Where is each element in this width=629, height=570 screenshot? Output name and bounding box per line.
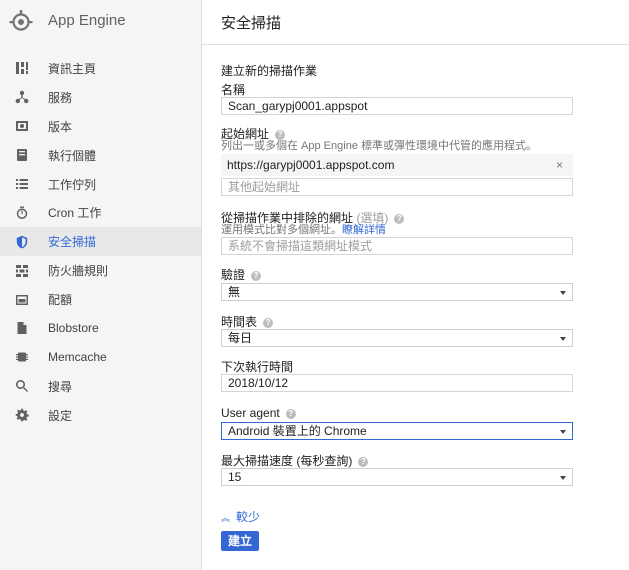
auth-label: 驗證?	[221, 266, 262, 283]
sidebar-item-label: 搜尋	[48, 379, 73, 394]
sidebar: App Engine 資訊主頁 服務 版本 執行個體 工作佇列 Cron 工作	[0, 0, 202, 570]
services-icon	[15, 90, 29, 104]
app-name: App Engine	[48, 12, 126, 29]
start-url-chip: https://garypj0001.appspot.com ×	[221, 154, 573, 176]
sidebar-item-label: Blobstore	[48, 321, 99, 336]
app-engine-logo-icon	[9, 9, 33, 33]
sidebar-item-settings[interactable]: 設定	[0, 401, 201, 430]
page-title: 安全掃描	[221, 15, 282, 32]
dropdown-arrow-icon	[560, 337, 566, 341]
show-less-label: 較少	[236, 510, 261, 524]
dropdown-arrow-icon	[560, 430, 566, 434]
quotas-icon	[15, 293, 29, 307]
excluded-url-hint: 運用模式比對多個網址。瞭解詳情	[221, 221, 386, 237]
dropdown-arrow-icon	[560, 291, 566, 295]
versions-icon	[15, 119, 29, 133]
sidebar-item-memcache[interactable]: Memcache	[0, 343, 201, 372]
instances-icon	[15, 148, 29, 162]
memcache-icon	[15, 350, 29, 364]
sidebar-item-label: 配額	[48, 293, 73, 308]
help-icon[interactable]: ?	[263, 317, 274, 328]
brand: App Engine	[0, 0, 201, 44]
next-run-input[interactable]: 2018/10/12	[221, 374, 573, 392]
search-icon	[15, 379, 29, 393]
gear-icon	[15, 408, 29, 422]
sidebar-item-quotas[interactable]: 配額	[0, 285, 201, 314]
sidebar-item-security-scans[interactable]: 安全掃描	[0, 227, 201, 257]
task-queues-icon	[15, 177, 29, 191]
name-label: 名稱	[221, 83, 246, 97]
sidebar-item-label: 工作佇列	[48, 177, 97, 192]
next-run-label: 下次執行時間	[221, 360, 294, 374]
auth-select[interactable]: 無	[221, 283, 573, 301]
max-rate-select-value: 15	[228, 470, 242, 484]
sidebar-item-versions[interactable]: 版本	[0, 112, 201, 141]
auth-label-text: 驗證	[221, 268, 246, 282]
firewall-icon	[15, 264, 29, 278]
user-agent-select[interactable]: Android 裝置上的 Chrome	[221, 422, 573, 440]
auth-select-value: 無	[228, 285, 241, 299]
help-icon[interactable]: ?	[394, 213, 405, 224]
sidebar-item-dashboard[interactable]: 資訊主頁	[0, 54, 201, 83]
form-heading: 建立新的掃描作業	[221, 64, 318, 78]
show-less-link[interactable]: ︽ 較少	[221, 508, 260, 525]
dashboard-icon	[15, 61, 29, 75]
sidebar-item-instances[interactable]: 執行個體	[0, 141, 201, 170]
sidebar-item-label: 執行個體	[48, 148, 97, 163]
sidebar-item-search[interactable]: 搜尋	[0, 372, 201, 401]
sidebar-item-label: Cron 工作	[48, 206, 102, 221]
help-icon[interactable]: ?	[251, 270, 262, 281]
schedule-label-text: 時間表	[221, 315, 258, 329]
excluded-url-hint-text: 運用模式比對多個網址。	[221, 224, 342, 236]
schedule-select-value: 每日	[228, 331, 253, 345]
sidebar-item-services[interactable]: 服務	[0, 83, 201, 112]
user-agent-label-text: User agent	[221, 406, 280, 420]
user-agent-select-value: Android 裝置上的 Chrome	[228, 424, 367, 438]
sidebar-item-task-queues[interactable]: 工作佇列	[0, 170, 201, 199]
max-rate-label: 最大掃描速度 (每秒查詢)?	[221, 452, 369, 469]
max-rate-select[interactable]: 15	[221, 468, 573, 486]
sidebar-item-label: 版本	[48, 119, 73, 134]
sidebar-item-cron[interactable]: Cron 工作	[0, 198, 201, 227]
user-agent-label: User agent?	[221, 406, 296, 420]
schedule-select[interactable]: 每日	[221, 329, 573, 347]
file-icon	[15, 321, 29, 335]
help-icon[interactable]: ?	[285, 408, 296, 419]
learn-more-link[interactable]: 瞭解詳情	[342, 224, 386, 236]
sidebar-item-label: 防火牆規則	[48, 264, 109, 279]
extra-start-url-input[interactable]: 其他起始網址	[221, 178, 573, 196]
help-icon[interactable]: ?	[358, 456, 369, 467]
close-icon[interactable]: ×	[556, 154, 563, 176]
sidebar-item-firewall[interactable]: 防火牆規則	[0, 256, 201, 285]
excluded-url-input[interactable]: 系統不會掃描這類網址模式	[221, 237, 573, 255]
start-url-chip-text: https://garypj0001.appspot.com	[227, 158, 395, 172]
main-panel: 安全掃描 建立新的掃描作業 名稱 Scan_garypj0001.appspot…	[202, 0, 629, 570]
sidebar-item-label: 資訊主頁	[48, 61, 97, 76]
sidebar-item-label: 設定	[48, 408, 73, 423]
sidebar-item-label: 服務	[48, 90, 73, 105]
sidebar-item-blobstore[interactable]: Blobstore	[0, 314, 201, 343]
sidebar-item-label: Memcache	[48, 350, 107, 365]
sidebar-nav: 資訊主頁 服務 版本 執行個體 工作佇列 Cron 工作 安全掃描 防火牆規則	[0, 54, 201, 430]
name-input[interactable]: Scan_garypj0001.appspot	[221, 97, 573, 115]
shield-icon	[15, 235, 29, 249]
title-bar: 安全掃描	[202, 0, 629, 45]
start-url-hint: 列出一或多個在 App Engine 標準或彈性環境中代管的應用程式。	[221, 140, 537, 152]
sidebar-item-label: 安全掃描	[48, 235, 97, 250]
timer-icon	[15, 206, 29, 220]
double-chevron-up-icon: ︽	[221, 513, 231, 523]
max-rate-label-text: 最大掃描速度 (每秒查詢)	[221, 454, 353, 468]
schedule-label: 時間表?	[221, 313, 274, 330]
dropdown-arrow-icon	[560, 476, 566, 480]
create-button[interactable]: 建立	[221, 531, 259, 551]
